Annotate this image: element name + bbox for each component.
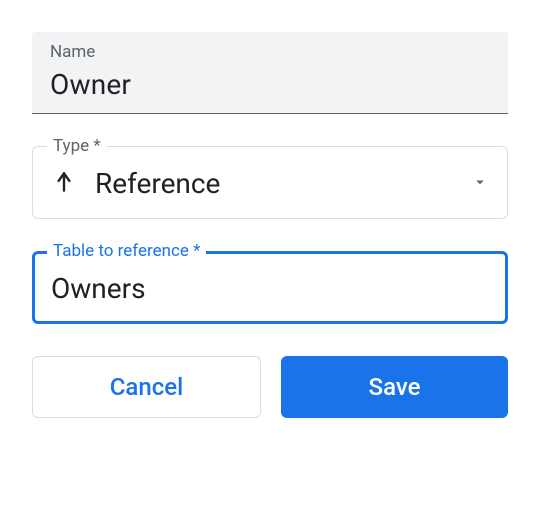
name-value: Owner — [50, 68, 490, 101]
cancel-button[interactable]: Cancel — [32, 356, 261, 418]
table-reference-field[interactable]: Table to reference * Owners — [32, 251, 508, 324]
table-reference-value: Owners — [51, 272, 489, 305]
reference-type-icon — [51, 169, 77, 199]
name-field[interactable]: Name Owner — [32, 32, 508, 114]
name-label: Name — [50, 42, 490, 62]
chevron-down-icon — [471, 173, 489, 195]
type-field[interactable]: Type * Reference — [32, 146, 508, 219]
save-button[interactable]: Save — [281, 356, 508, 418]
dialog-actions: Cancel Save — [32, 356, 508, 418]
type-value: Reference — [95, 167, 453, 200]
type-label: Type * — [47, 136, 107, 156]
table-reference-label: Table to reference * — [47, 241, 206, 261]
